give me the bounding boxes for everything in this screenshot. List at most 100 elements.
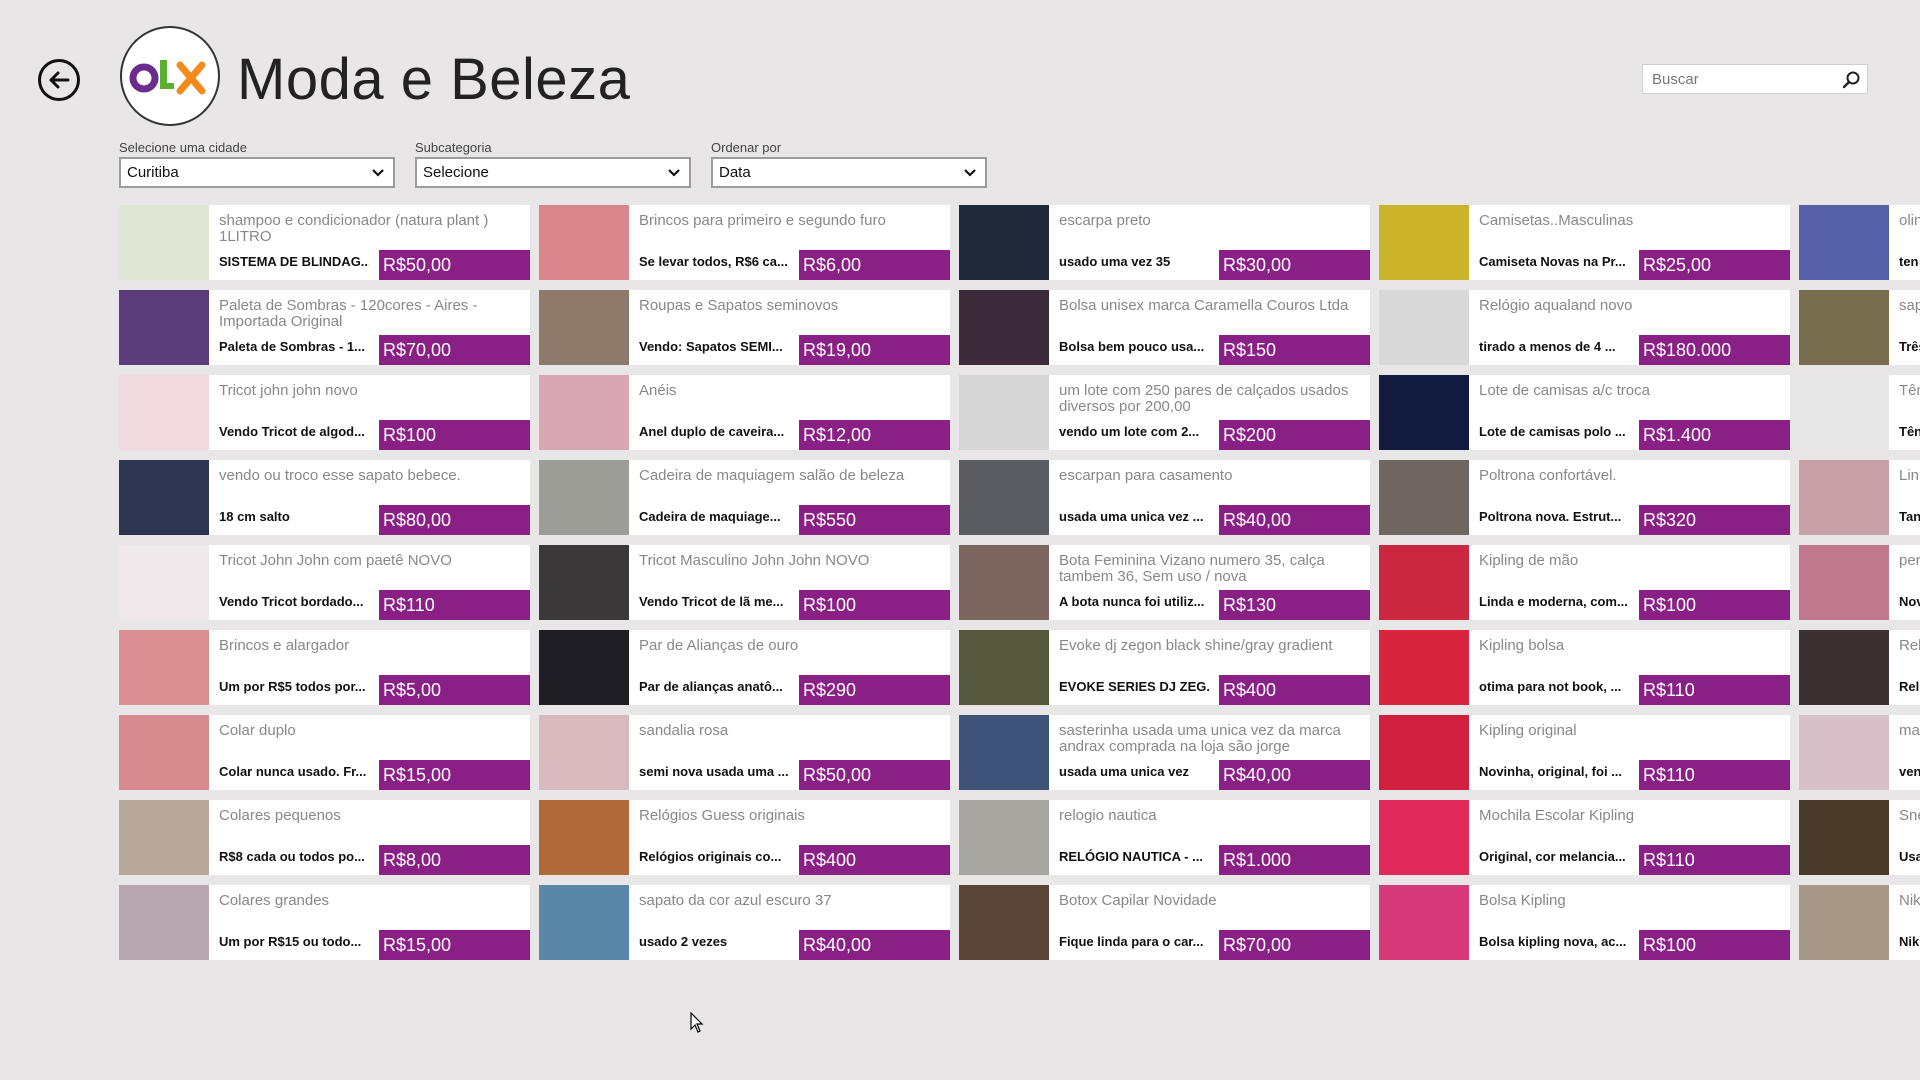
listing-card[interactable]: Relógios Guess originais Relógios origina…: [539, 800, 950, 875]
listing-card[interactable]: Nik Nik: [1799, 885, 1920, 960]
listing-card[interactable]: Lote de camisas a/c troca Lote de camisas…: [1379, 375, 1790, 450]
listing-description: Usa: [1899, 849, 1920, 864]
listing-card[interactable]: Colar duplo Colar nunca usado. Fr... R$15,…: [119, 715, 530, 790]
listing-card[interactable]: escarpan para casamento usada uma unica v…: [959, 460, 1370, 535]
listing-thumbnail: [119, 460, 209, 535]
listing-card[interactable]: Tricot john john novo Vendo Tricot de alg…: [119, 375, 530, 450]
listing-description: EVOKE SERIES DJ ZEG...: [1059, 679, 1209, 694]
listing-title: sasterinha usada uma unica vez da marca …: [1059, 723, 1341, 755]
listing-description: Cadeira de maquiage...: [639, 509, 781, 524]
listing-price: R$1.400: [1639, 420, 1790, 450]
listing-card[interactable]: sandalia rosa semi nova usada uma ... R$50…: [539, 715, 950, 790]
listing-thumbnail: [1799, 375, 1889, 450]
listing-card[interactable]: ma ven: [1799, 715, 1920, 790]
listing-title: Kipling de mão: [1479, 553, 1579, 569]
city-select[interactable]: Curitiba: [119, 157, 395, 188]
listing-card[interactable]: sapato da cor azul escuro 37 usado 2 veze…: [539, 885, 950, 960]
listing-card[interactable]: Kipling de mão Linda e moderna, com... R$1…: [1379, 545, 1790, 620]
search-box[interactable]: [1642, 64, 1868, 94]
listing-card[interactable]: Tên Tên: [1799, 375, 1920, 450]
listing-card[interactable]: escarpa preto usado uma vez 35 R$30,00: [959, 205, 1370, 280]
listing-card[interactable]: per Nov: [1799, 545, 1920, 620]
listing-card[interactable]: shampoo e condicionador (natura plant ) …: [119, 205, 530, 280]
listing-title: Rel: [1899, 638, 1920, 654]
listing-card[interactable]: Poltrona confortável. Poltrona nova. Estr…: [1379, 460, 1790, 535]
listing-card[interactable]: Bota Feminina Vizano numero 35, calça ta…: [959, 545, 1370, 620]
listing-description: Paleta de Sombras - 1...: [219, 339, 365, 354]
listing-card[interactable]: Botox Capilar Novidade Fique linda para o…: [959, 885, 1370, 960]
listing-card[interactable]: sap Três: [1799, 290, 1920, 365]
listing-card[interactable]: sasterinha usada uma unica vez da marca …: [959, 715, 1370, 790]
listing-card[interactable]: Tricot John John com paetê NOVO Vendo Tri…: [119, 545, 530, 620]
listing-description: Nik: [1899, 934, 1920, 949]
listing-card[interactable]: Lin Tan: [1799, 460, 1920, 535]
listing-thumbnail: [959, 545, 1049, 620]
listing-card[interactable]: um lote com 250 pares de calçados usados…: [959, 375, 1370, 450]
listing-description: usado uma vez 35: [1059, 254, 1171, 269]
listing-title: relogio nautica: [1059, 808, 1157, 824]
listing-description: Vendo Tricot bordado...: [219, 594, 364, 609]
listing-card[interactable]: Par de Alianças de ouro Par de alianças a…: [539, 630, 950, 705]
search-input[interactable]: [1643, 65, 1842, 93]
listing-thumbnail: [1799, 545, 1889, 620]
listing-thumbnail: [1379, 630, 1469, 705]
listing-title: Bota Feminina Vizano numero 35, calça ta…: [1059, 553, 1325, 585]
listing-title: olin: [1899, 213, 1920, 229]
listing-description: vendo um lote com 2...: [1059, 424, 1200, 439]
listing-title: sandalia rosa: [639, 723, 729, 739]
listing-thumbnail: [959, 630, 1049, 705]
listing-description: Vendo Tricot de lã me...: [639, 594, 784, 609]
listing-card[interactable]: Paleta de Sombras - 120cores - Aires - I…: [119, 290, 530, 365]
listing-title: Colar duplo: [219, 723, 296, 739]
listing-card[interactable]: Bolsa Kipling Bolsa kipling nova, ac... R$…: [1379, 885, 1790, 960]
listing-price: R$110: [1639, 675, 1790, 705]
listing-card[interactable]: Colares pequenos R$8 cada ou todos po... R…: [119, 800, 530, 875]
listing-card[interactable]: olin ten: [1799, 205, 1920, 280]
listing-card[interactable]: relogio nautica RELÓGIO NAUTICA - ... R$1.…: [959, 800, 1370, 875]
listing-price: R$110: [379, 590, 530, 620]
listing-description: A bota nunca foi utiliz...: [1059, 594, 1205, 609]
listing-description: Bolsa bem pouco usa...: [1059, 339, 1205, 354]
listing-card[interactable]: Colares grandes Um por R$15 ou todo... R$1…: [119, 885, 530, 960]
listing-price: R$8,00: [379, 845, 530, 875]
listing-description: Colar nunca usado. Fr...: [219, 764, 367, 779]
listing-card[interactable]: Cadeira de maquiagem salão de beleza Cade…: [539, 460, 950, 535]
listing-card[interactable]: Tricot Masculino John John NOVO Vendo Tri…: [539, 545, 950, 620]
listing-card[interactable]: Brincos e alargador Um por R$5 todos por.…: [119, 630, 530, 705]
listing-price: R$40,00: [1219, 505, 1370, 535]
listing-card[interactable]: vendo ou troco esse sapato bebece. 18 cm …: [119, 460, 530, 535]
listing-description: usada uma unica vez: [1059, 764, 1190, 779]
listing-card[interactable]: Kipling bolsa otima para not book, ... R$1…: [1379, 630, 1790, 705]
listing-price: R$15,00: [379, 930, 530, 960]
listing-card[interactable]: Anéis Anel duplo de caveira... R$12,00: [539, 375, 950, 450]
listing-price: R$30,00: [1219, 250, 1370, 280]
sort-select[interactable]: Data: [711, 157, 987, 188]
listing-card[interactable]: Sne Usa: [1799, 800, 1920, 875]
listing-title: Par de Alianças de ouro: [639, 638, 799, 654]
listing-card[interactable]: Bolsa unisex marca Caramella Couros Ltda…: [959, 290, 1370, 365]
listing-card[interactable]: Mochila Escolar Kipling Original, cor mel…: [1379, 800, 1790, 875]
listing-card[interactable]: Roupas e Sapatos seminovos Vendo: Sapatos…: [539, 290, 950, 365]
city-filter: Selecione uma cidade Curitiba: [119, 140, 395, 188]
listing-card[interactable]: Relógio aqualand novo tirado a menos de 4…: [1379, 290, 1790, 365]
listing-price: R$320: [1639, 505, 1790, 535]
listing-title: Bolsa unisex marca Caramella Couros Ltda: [1059, 298, 1349, 314]
listing-description: Tan: [1899, 509, 1920, 524]
listing-card[interactable]: Kipling original Novinha, original, foi .…: [1379, 715, 1790, 790]
listing-price: R$550: [799, 505, 950, 535]
listing-thumbnail: [119, 630, 209, 705]
listing-description: Rel: [1899, 679, 1920, 694]
listing-title: ma: [1899, 723, 1920, 739]
back-button[interactable]: [38, 59, 80, 101]
listing-thumbnail: [539, 630, 629, 705]
listing-card[interactable]: Evoke dj zegon black shine/gray gradient…: [959, 630, 1370, 705]
listing-card[interactable]: Brincos para primeiro e segundo furo Se l…: [539, 205, 950, 280]
listing-card[interactable]: Rel Rel: [1799, 630, 1920, 705]
listing-thumbnail: [119, 800, 209, 875]
listing-title: shampoo e condicionador (natura plant ) …: [219, 213, 489, 245]
listing-card[interactable]: Camisetas..Masculinas Camiseta Novas na P…: [1379, 205, 1790, 280]
listing-thumbnail: [1799, 630, 1889, 705]
search-icon[interactable]: [1841, 70, 1861, 90]
subcategory-select[interactable]: Selecione: [415, 157, 691, 188]
listing-description: otima para not book, ...: [1479, 679, 1622, 694]
